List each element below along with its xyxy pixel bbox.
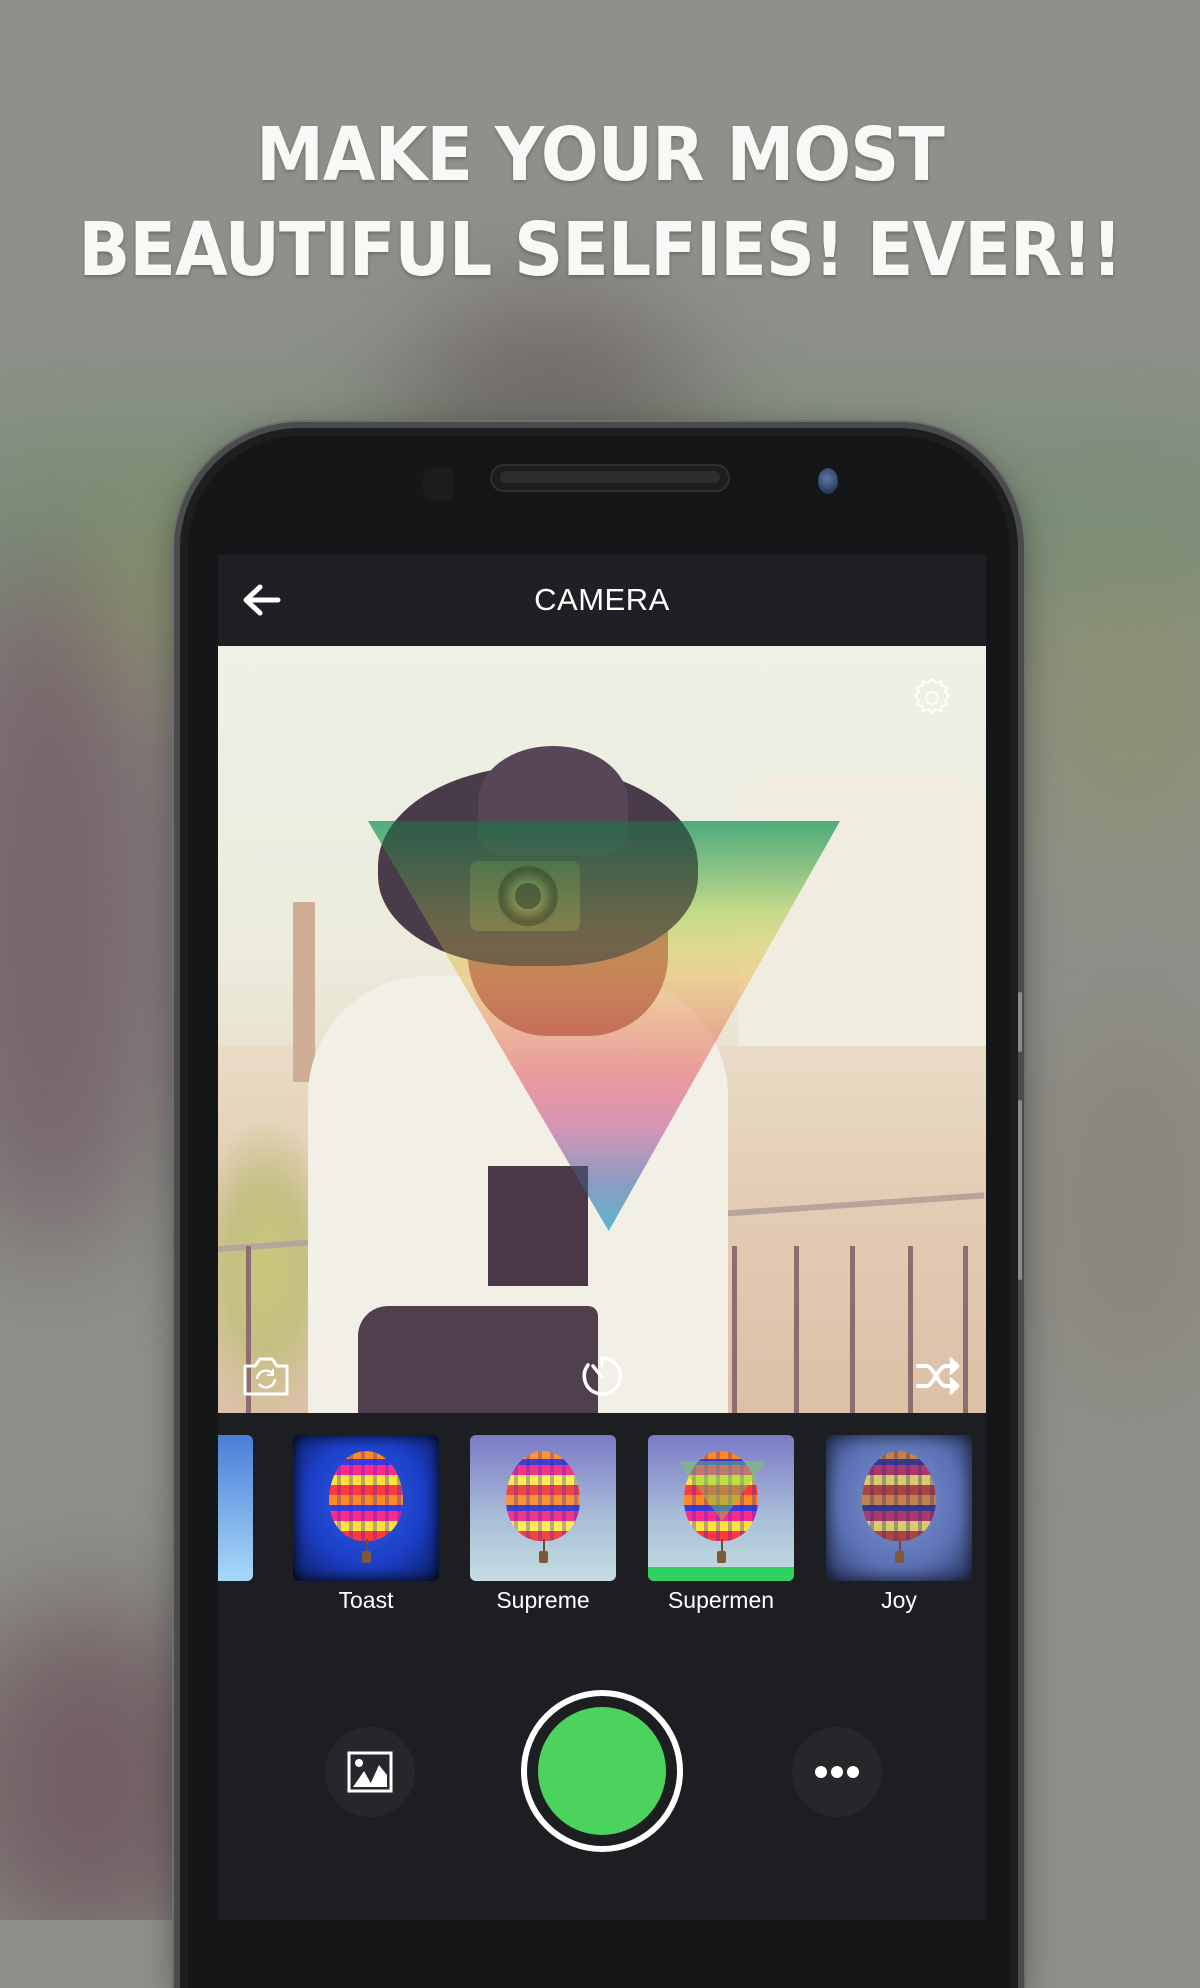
filter-item-toast[interactable]: Toast: [293, 1435, 439, 1614]
filter-thumbnail: [470, 1435, 616, 1581]
gallery-button[interactable]: [325, 1727, 415, 1817]
flip-camera-button[interactable]: [238, 1348, 294, 1404]
arrow-left-icon: [243, 584, 281, 616]
camera-preview[interactable]: [218, 646, 986, 1413]
balloon-rope: [899, 1539, 901, 1551]
more-horizontal-icon: [815, 1766, 859, 1778]
filter-item-partial[interactable]: [218, 1435, 253, 1587]
app-screen: CAMERA Toast Supreme Supermen Joy: [218, 555, 986, 1920]
shutter-button[interactable]: [521, 1690, 683, 1852]
filter-label: Toast: [338, 1587, 394, 1613]
selected-indicator: [648, 1567, 794, 1581]
subject-top: [488, 1166, 588, 1286]
balloon-rope: [543, 1539, 545, 1551]
gear-icon: [914, 678, 950, 714]
settings-button[interactable]: [902, 668, 962, 728]
filter-thumbnail: [648, 1435, 794, 1581]
timer-button[interactable]: [572, 1348, 632, 1404]
front-camera-lens: [818, 468, 838, 494]
balloon-basket: [539, 1551, 548, 1563]
page-title: CAMERA: [534, 582, 670, 617]
proximity-sensor: [423, 468, 455, 500]
headline-line-2: BEAUTIFUL SELFIES! EVER!!: [78, 207, 1122, 293]
balloon-rope: [721, 1539, 723, 1551]
headline-line-1: MAKE YOUR MOST: [256, 112, 945, 198]
shuffle-icon: [916, 1356, 960, 1396]
app-bar: CAMERA: [218, 555, 986, 645]
subject-pants: [358, 1306, 598, 1413]
more-options-button[interactable]: [792, 1727, 882, 1817]
shuffle-button[interactable]: [908, 1348, 968, 1404]
back-button[interactable]: [236, 577, 286, 623]
balloon-basket: [717, 1551, 726, 1563]
filter-thumbnail: [218, 1435, 253, 1581]
balloon-basket: [362, 1551, 371, 1563]
balloon-image: [329, 1451, 403, 1541]
balloon-image: [862, 1451, 936, 1541]
filter-item-supermen[interactable]: Supermen: [648, 1435, 794, 1614]
image-gallery-icon: [347, 1751, 393, 1793]
filter-item-supreme[interactable]: Supreme: [470, 1435, 616, 1614]
balloon-image: [506, 1451, 580, 1541]
volume-button: [1018, 992, 1022, 1052]
scene-chimney: [293, 902, 315, 1082]
filter-item-joy[interactable]: Joy: [826, 1435, 972, 1614]
balloon-rope: [366, 1539, 368, 1551]
filter-strip: Toast Supreme Supermen Joy: [218, 1435, 986, 1615]
railing-post: [732, 1246, 737, 1413]
power-button: [1018, 1100, 1022, 1280]
earpiece-speaker: [490, 464, 730, 492]
promo-headline: MAKE YOUR MOST BEAUTIFUL SELFIES! EVER!!: [48, 108, 1152, 298]
filter-thumbnail: [293, 1435, 439, 1581]
filter-label: Joy: [881, 1587, 917, 1613]
timer-icon: [582, 1356, 622, 1396]
filter-thumbnail: [826, 1435, 972, 1581]
balloon-basket: [895, 1551, 904, 1563]
shutter-inner: [538, 1707, 666, 1835]
railing-post: [850, 1246, 855, 1413]
camera-switch-icon: [243, 1357, 289, 1396]
railing-post: [794, 1246, 799, 1413]
background-blob: [1030, 1000, 1200, 1400]
filter-label: Supermen: [667, 1587, 775, 1613]
filter-label: Supreme: [496, 1587, 590, 1613]
